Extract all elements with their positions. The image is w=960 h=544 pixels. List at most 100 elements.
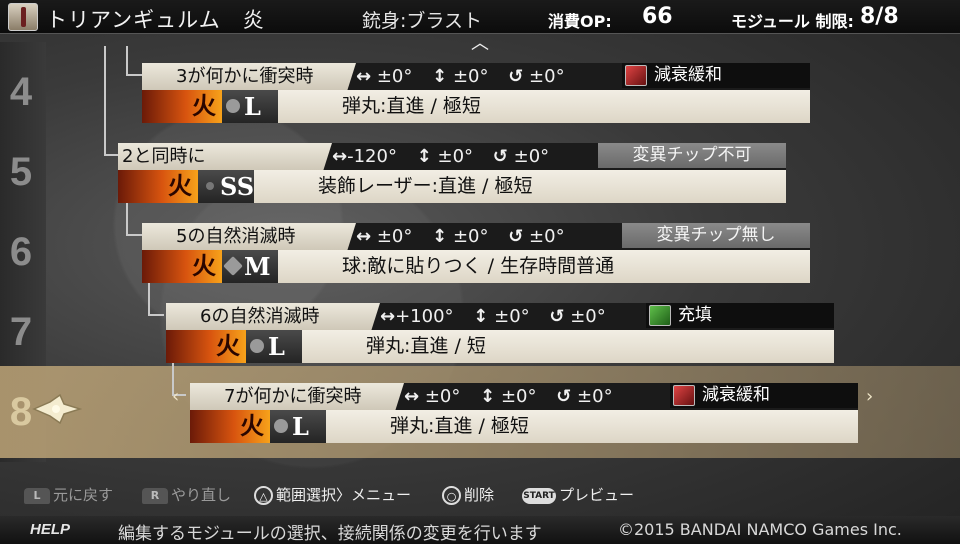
vertical-angle-value: ±0° — [452, 66, 489, 87]
horizontal-angle-value: ±0° — [376, 226, 413, 247]
nav-left-arrow-icon[interactable]: ‹ — [172, 386, 179, 407]
module-description: 弾丸:直進 / 極短 — [342, 95, 481, 117]
angle-params: ↔+100° ↕ ±0° ↺ ±0° — [380, 303, 620, 330]
trigger-label: 2と同時に — [122, 146, 206, 167]
trigger-condition[interactable]: 6の自然消滅時 — [166, 303, 380, 330]
op-cost-label: 消費OP: — [548, 12, 612, 31]
bullet-size: L — [246, 330, 302, 363]
bullet-size: L — [270, 410, 326, 443]
weapon-icon — [8, 3, 38, 31]
angle-params: ↔-120° ↕ ±0° ↺ ±0° — [332, 143, 563, 170]
op-cost-value: 66 — [642, 4, 673, 29]
module-body: 火 L 弾丸:直進 / 極短 — [142, 90, 810, 123]
scroll-up-arrow-icon[interactable]: ︿ — [466, 35, 494, 53]
module-row-7[interactable]: 6の自然消滅時 ↔+100° ↕ ±0° ↺ ±0° 充填 火 L 弾丸:直進 … — [166, 303, 834, 363]
chip-icon — [649, 305, 671, 326]
row-number: 5 — [9, 150, 33, 194]
horizontal-angle: ↔-120° — [332, 146, 397, 167]
angle-params: ↔ ±0° ↕ ±0° ↺ ±0° — [356, 223, 579, 250]
rotation-angle-value: ±0° — [513, 146, 550, 167]
l-button-icon: L — [24, 487, 50, 504]
help-bar: HELP 編集するモジュールの選択、接続関係の変更を行います ©2015 BAN… — [0, 516, 960, 544]
module-body: 火 M 球:敵に貼りつく / 生存時間普通 — [142, 250, 810, 283]
horizontal-angle-value: ±0° — [424, 386, 461, 407]
rotation-angle: ↺ ±0° — [508, 66, 564, 87]
vertical-angle: ↕ ±0° — [480, 386, 536, 407]
nav-right-arrow-icon[interactable]: › — [866, 386, 873, 407]
bullet-shape-icon — [226, 99, 240, 113]
vertical-angle-value: ±0° — [494, 306, 530, 327]
module-body: 火 L 弾丸:直進 / 短 — [166, 330, 834, 363]
vertical-arrow-icon: ↕ — [432, 226, 448, 247]
vertical-arrow-icon: ↕ — [473, 306, 489, 327]
module-row-4[interactable]: 3が何かに衝突時 ↔ ±0° ↕ ±0° ↺ ±0° 減衰緩和 火 L 弾丸:直… — [142, 63, 810, 123]
mutation-chip[interactable]: 変異チップ不可 — [598, 143, 786, 168]
rotation-angle-value: ±0° — [529, 66, 565, 87]
module-description: 球:敵に貼りつく / 生存時間普通 — [342, 255, 615, 277]
start-button-icon: START — [522, 487, 556, 504]
trigger-condition[interactable]: 5の自然消滅時 — [142, 223, 356, 250]
size-label: L — [268, 332, 285, 361]
vertical-angle: ↕ ±0° — [432, 226, 488, 247]
row-number: 4 — [9, 70, 33, 114]
copyright: ©2015 BANDAI NAMCO Games Inc. — [618, 520, 902, 539]
fire-element-badge: 火 — [118, 170, 198, 203]
button-guide: L 元に戻す R やり直し △ 範囲選択〉メニュー ○ 削除 START プレビュー — [0, 470, 960, 516]
chip-label: 減衰緩和 — [702, 385, 770, 405]
connector-line — [126, 46, 142, 76]
rotation-icon: ↺ — [492, 146, 508, 167]
rotation-angle: ↺ ±0° — [508, 226, 564, 247]
module-row-8[interactable]: 7が何かに衝突時 ↔ ±0° ↕ ±0° ↺ ±0° 減衰緩和 火 L 弾丸:直… — [190, 383, 858, 443]
module-description: 弾丸:直進 / 短 — [366, 335, 486, 357]
undo-label: 元に戻す — [53, 486, 114, 504]
horizontal-arrow-icon: ↔ — [380, 306, 396, 327]
horizontal-arrow-icon: ↔ — [356, 66, 372, 87]
fire-element-badge: 火 — [142, 250, 222, 283]
mutation-chip[interactable]: 減衰緩和 — [622, 63, 810, 88]
delete-control[interactable]: ○ 削除 — [442, 484, 494, 505]
mutation-chip[interactable]: 変異チップ無し — [622, 223, 810, 248]
vertical-angle-value: ±0° — [452, 226, 489, 247]
rotation-angle: ↺ ±0° — [549, 306, 605, 327]
trigger-condition[interactable]: 3が何かに衝突時 — [142, 63, 356, 90]
fire-element-badge: 火 — [190, 410, 270, 443]
undo-control[interactable]: L 元に戻す — [24, 484, 113, 505]
rotation-angle-value: ±0° — [570, 306, 606, 327]
vertical-angle-value: ±0° — [500, 386, 537, 407]
vertical-angle: ↕ ±0° — [432, 66, 488, 87]
size-label: SS — [220, 172, 255, 201]
preview-control[interactable]: START プレビュー — [522, 484, 634, 505]
module-row-6[interactable]: 5の自然消滅時 ↔ ±0° ↕ ±0° ↺ ±0° 変異チップ無し 火 M 球:… — [142, 223, 810, 283]
bullet-shape-icon — [274, 419, 288, 433]
bullet-shape-icon — [223, 256, 243, 276]
trigger-condition[interactable]: 7が何かに衝突時 — [190, 383, 404, 410]
weapon-name: トリアンギュルム 炎 — [46, 8, 265, 32]
size-label: L — [244, 92, 261, 121]
chip-icon — [625, 65, 647, 86]
triangle-button-icon: △ — [254, 486, 273, 505]
fire-element-badge: 火 — [142, 90, 222, 123]
mutation-chip[interactable]: 充填 — [646, 303, 834, 328]
top-bar: トリアンギュルム 炎 銃身:ブラスト 消費OP: 66 モジュール 制限: 8/… — [0, 0, 960, 34]
chip-label: 減衰緩和 — [654, 65, 722, 85]
module-row-5[interactable]: 2と同時に ↔-120° ↕ ±0° ↺ ±0° 変異チップ不可 火 SS 装飾… — [118, 143, 786, 203]
range-select-label: 範囲選択〉メニュー — [276, 486, 412, 504]
size-label: M — [244, 252, 271, 281]
redo-label: やり直し — [171, 486, 232, 504]
rotation-icon: ↺ — [549, 306, 565, 327]
vertical-angle: ↕ ±0° — [473, 306, 529, 327]
vertical-arrow-icon: ↕ — [416, 146, 432, 167]
mutation-chip[interactable]: 減衰緩和 — [670, 383, 858, 408]
angle-params: ↔ ±0° ↕ ±0° ↺ ±0° — [356, 63, 579, 90]
range-select-control[interactable]: △ 範囲選択〉メニュー — [254, 484, 411, 505]
delete-label: 削除 — [464, 486, 495, 504]
size-label: L — [292, 412, 309, 441]
preview-label: プレビュー — [559, 486, 635, 504]
rotation-angle: ↺ ±0° — [556, 386, 612, 407]
trigger-condition[interactable]: 2と同時に — [118, 143, 332, 170]
module-description: 弾丸:直進 / 極短 — [390, 415, 529, 437]
connector-line — [104, 46, 118, 156]
cursor-sparkle-icon — [32, 394, 82, 424]
redo-control[interactable]: R やり直し — [142, 484, 231, 505]
fire-element-badge: 火 — [166, 330, 246, 363]
